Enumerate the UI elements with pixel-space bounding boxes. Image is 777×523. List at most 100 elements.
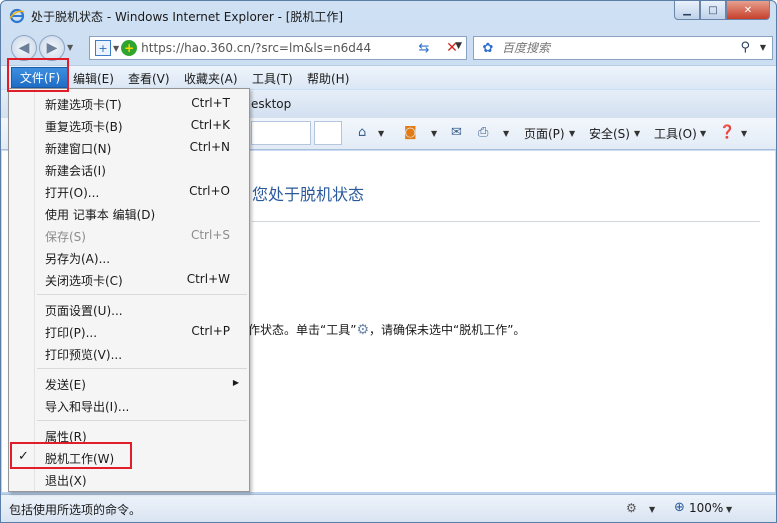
page-menu[interactable]: 页面(P) bbox=[524, 125, 565, 142]
menu-separator bbox=[37, 420, 247, 421]
menu-separator bbox=[37, 294, 247, 295]
menu-favorites[interactable]: 收藏夹(A) bbox=[184, 70, 238, 87]
menu-item-label: 新建会话(I) bbox=[45, 164, 106, 178]
menu-item-label: 打开(O)... bbox=[45, 186, 100, 200]
menu-item-new-window[interactable]: 新建窗口(N) Ctrl+N bbox=[9, 136, 249, 158]
menu-item-label: 保存(S) bbox=[45, 230, 86, 244]
address-bar[interactable]: + ▼ + https://hao.360.cn/?src=lm&ls=n6d4… bbox=[89, 36, 467, 60]
help-dropdown-icon[interactable]: ▼ bbox=[741, 129, 747, 138]
mail-icon[interactable]: ✉ bbox=[451, 125, 462, 140]
menu-item-label: 导入和导出(I)... bbox=[45, 400, 130, 414]
zoom-dropdown-icon[interactable]: ▼ bbox=[726, 505, 732, 514]
menu-item-label: 页面设置(U)... bbox=[45, 304, 123, 318]
print-dropdown-icon[interactable]: ▼ bbox=[503, 129, 509, 138]
stop-button[interactable]: ✕ bbox=[443, 39, 461, 57]
minimize-button[interactable]: ▁ bbox=[674, 1, 700, 20]
back-button[interactable]: ◀ bbox=[11, 35, 37, 61]
safety-menu[interactable]: 安全(S) bbox=[589, 125, 630, 142]
rss-feed-icon[interactable]: ◙ bbox=[404, 125, 417, 140]
zoom-icon[interactable]: ⊕ bbox=[674, 500, 685, 515]
search-input[interactable] bbox=[502, 41, 732, 55]
page-heading: 您处于脱机状态 bbox=[252, 185, 365, 204]
protected-mode-icon[interactable]: ⚙ bbox=[626, 501, 637, 515]
window-controls: ▁ □ ✕ bbox=[674, 1, 770, 20]
forward-arrow-icon: ▶ bbox=[46, 40, 58, 56]
menu-item-label: 关闭选项卡(C) bbox=[45, 274, 123, 288]
menu-item-label: 打印(P)... bbox=[45, 326, 98, 340]
menu-edit[interactable]: 编辑(E) bbox=[73, 70, 114, 87]
menu-item-edit-notepad[interactable]: 使用 记事本 编辑(D) bbox=[9, 202, 249, 224]
help-icon[interactable]: ❓ bbox=[719, 125, 735, 140]
menu-item-duplicate-tab[interactable]: 重复选项卡(B) Ctrl+K bbox=[9, 114, 249, 136]
menu-item-properties[interactable]: 属性(R) bbox=[9, 424, 249, 446]
menu-item-import-export[interactable]: 导入和导出(I)... bbox=[9, 394, 249, 416]
menu-item-page-setup[interactable]: 页面设置(U)... bbox=[9, 298, 249, 320]
menu-item-send[interactable]: 发送(E) ▶ bbox=[9, 372, 249, 394]
feed-dropdown-icon[interactable]: ▼ bbox=[431, 129, 437, 138]
maximize-icon: □ bbox=[708, 4, 718, 16]
menu-item-label: 使用 记事本 编辑(D) bbox=[45, 208, 156, 222]
menu-item-label: 属性(R) bbox=[45, 430, 87, 444]
forward-button[interactable]: ▶ bbox=[39, 35, 65, 61]
tools-dropdown-icon[interactable]: ▼ bbox=[700, 129, 706, 138]
menu-item-label: 重复选项卡(B) bbox=[45, 120, 123, 134]
menu-item-shortcut: Ctrl+S bbox=[190, 228, 230, 242]
menu-help[interactable]: 帮助(H) bbox=[307, 70, 349, 87]
search-icon[interactable]: ⚲ bbox=[740, 40, 750, 55]
menu-item-save: 保存(S) Ctrl+S bbox=[9, 224, 249, 246]
zoom-level[interactable]: 100% bbox=[689, 501, 723, 515]
ie-logo-icon bbox=[9, 8, 25, 24]
menu-item-print-preview[interactable]: 打印预览(V)... bbox=[9, 342, 249, 364]
search-box[interactable]: ✿ ⚲ ▼ bbox=[473, 36, 773, 60]
home-icon[interactable]: ⌂ bbox=[358, 125, 366, 140]
menu-item-new-session[interactable]: 新建会话(I) bbox=[9, 158, 249, 180]
menu-item-close-tab[interactable]: 关闭选项卡(C) Ctrl+W bbox=[9, 268, 249, 290]
menu-separator bbox=[37, 368, 247, 369]
print-icon[interactable]: ⎙ bbox=[478, 125, 488, 140]
menu-item-print[interactable]: 打印(P)... Ctrl+P bbox=[9, 320, 249, 342]
divider bbox=[252, 221, 760, 222]
new-tab-button[interactable] bbox=[314, 121, 342, 145]
menu-item-shortcut: Ctrl+W bbox=[186, 272, 230, 286]
title-bar: 处于脱机状态 - Windows Internet Explorer - [脱机… bbox=[1, 1, 776, 31]
menu-item-save-as[interactable]: 另存为(A)... bbox=[9, 246, 249, 268]
menu-item-label: 另存为(A)... bbox=[45, 252, 111, 266]
baidu-paw-icon: ✿ bbox=[482, 40, 494, 56]
safety-dropdown-icon[interactable]: ▼ bbox=[634, 129, 640, 138]
menu-item-shortcut: Ctrl+P bbox=[191, 324, 230, 338]
favorites-link[interactable]: esktop bbox=[251, 97, 291, 111]
address-url[interactable]: https://hao.360.cn/?src=lm&ls=n6d44 bbox=[141, 41, 371, 55]
instruction-text: 作状态。单击“工具”⚙，请确保未选中“脱机工作”。 bbox=[248, 321, 525, 338]
gear-icon: ⚙ bbox=[356, 322, 369, 338]
menu-tools[interactable]: 工具(T) bbox=[252, 70, 293, 87]
360-logo-icon: + bbox=[121, 40, 138, 56]
page-dropdown-icon[interactable]: ▼ bbox=[569, 129, 575, 138]
tab-strip[interactable] bbox=[251, 121, 311, 145]
close-button[interactable]: ✕ bbox=[726, 1, 770, 20]
menu-item-label: 新建窗口(N) bbox=[45, 142, 112, 156]
menu-item-new-tab[interactable]: 新建选项卡(T) Ctrl+T bbox=[9, 92, 249, 114]
maximize-button[interactable]: □ bbox=[700, 1, 726, 20]
search-options-dropdown-icon[interactable]: ▼ bbox=[760, 43, 766, 52]
window-title: 处于脱机状态 - Windows Internet Explorer - [脱机… bbox=[31, 10, 344, 24]
menu-item-shortcut: Ctrl+O bbox=[189, 184, 230, 198]
tools-menu[interactable]: 工具(O) bbox=[654, 125, 697, 142]
menu-file[interactable]: 文件(F) bbox=[11, 67, 69, 88]
file-menu-dropdown: 新建选项卡(T) Ctrl+T 重复选项卡(B) Ctrl+K 新建窗口(N) … bbox=[8, 88, 250, 492]
menu-item-label: 退出(X) bbox=[45, 474, 87, 488]
menu-view[interactable]: 查看(V) bbox=[128, 70, 170, 87]
history-dropdown-icon[interactable]: ▼ bbox=[67, 43, 73, 52]
chevron-down-icon[interactable]: ▼ bbox=[113, 44, 119, 53]
shield-icon[interactable]: + bbox=[95, 40, 111, 56]
menu-item-work-offline[interactable]: ✓ 脱机工作(W) bbox=[9, 446, 249, 468]
menu-item-exit[interactable]: 退出(X) bbox=[9, 468, 249, 490]
menu-item-label: 发送(E) bbox=[45, 378, 86, 392]
instruction-text-part1: 作状态。单击“工具” bbox=[248, 323, 357, 337]
menu-item-label: 新建选项卡(T) bbox=[45, 98, 122, 112]
refresh-button[interactable]: ⇆ bbox=[415, 39, 433, 57]
home-dropdown-icon[interactable]: ▼ bbox=[378, 129, 384, 138]
menu-item-open[interactable]: 打开(O)... Ctrl+O bbox=[9, 180, 249, 202]
protected-mode-dropdown-icon[interactable]: ▼ bbox=[649, 505, 655, 514]
menu-item-label: 脱机工作(W) bbox=[45, 452, 115, 466]
stop-icon: ✕ bbox=[446, 40, 458, 56]
